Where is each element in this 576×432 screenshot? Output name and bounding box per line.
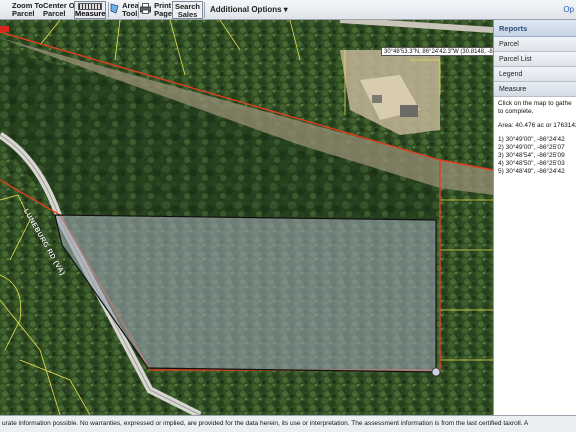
measure-pane: Click on the map to gathe to complete. A… [494, 97, 576, 179]
additional-options-menu[interactable]: Additional Options ▾ [210, 5, 288, 14]
options-link[interactable]: Op [563, 5, 574, 14]
accordion-legend[interactable]: Legend [494, 67, 576, 82]
disclaimer-footer: urate information possible. No warrantie… [0, 415, 576, 432]
accordion-measure[interactable]: Measure [494, 82, 576, 97]
cursor-coordinates: 30°48'53.3"N, 86°24'42.3"W (30.8148, -86… [381, 47, 493, 56]
accordion-parcel[interactable]: Parcel [494, 37, 576, 52]
map-view[interactable]: 30°48'53.3"N, 86°24'42.3"W (30.8148, -86… [0, 20, 493, 415]
area-tool-label-bottom: Tool [122, 9, 138, 18]
accordion-parcel-list[interactable]: Parcel List [494, 52, 576, 67]
area-tool-button[interactable]: Area Tool [110, 0, 139, 20]
reports-panel: Reports Parcel Parcel List Legend Measur… [493, 20, 576, 415]
measure-button-label: Measure [75, 9, 106, 18]
parcel-marker [0, 26, 9, 32]
area-tool-icon [110, 3, 119, 14]
search-sales-label-bottom: Sales [177, 10, 198, 19]
zoom-to-parcel-button[interactable]: Zoom To Parcel [12, 0, 43, 20]
vertex-handle [431, 367, 441, 377]
gis-app: e Zoom To Parcel Center On Parcel Measur… [0, 0, 576, 432]
center-on-parcel-label-bottom: Parcel [43, 9, 66, 18]
panel-header: Reports [494, 20, 576, 37]
search-sales-button[interactable]: Search Sales [172, 1, 204, 19]
additional-options-label: Additional Options [210, 5, 282, 14]
measure-area: Area: 40.476 ac or 1763142 [498, 122, 576, 129]
zoom-to-parcel-label-bottom: Parcel [12, 9, 35, 18]
measure-point: 4) 30°48'50", -86°25'03 [498, 160, 565, 167]
measure-point: 1) 30°49'00", -86°24'42 [498, 136, 565, 143]
measure-instruction-line1: Click on the map to gathe [498, 100, 572, 107]
measure-button[interactable]: Measure [74, 1, 106, 19]
measure-point: 2) 30°49'00", -86°25'07 [498, 144, 565, 151]
print-page-label-bottom: Page [154, 9, 173, 18]
measure-point: 3) 30°48'54", -86°25'09 [498, 152, 565, 159]
toolbar-divider [108, 2, 109, 18]
print-page-button[interactable]: Print Page [140, 0, 172, 20]
dropdown-arrow-icon: ▾ [283, 5, 288, 14]
aerial-imagery [0, 20, 493, 415]
measure-instruction-line2: to complete. [498, 108, 534, 115]
toolbar-divider [138, 2, 139, 18]
measure-point: 5) 30°48'49", -86°24'42 [498, 168, 565, 175]
printer-icon [140, 3, 151, 14]
toolbar: e Zoom To Parcel Center On Parcel Measur… [0, 0, 576, 20]
measure-points-list: 1) 30°49'00", -86°24'42 2) 30°49'00", -8… [498, 136, 572, 176]
toolbar-divider [204, 2, 205, 18]
